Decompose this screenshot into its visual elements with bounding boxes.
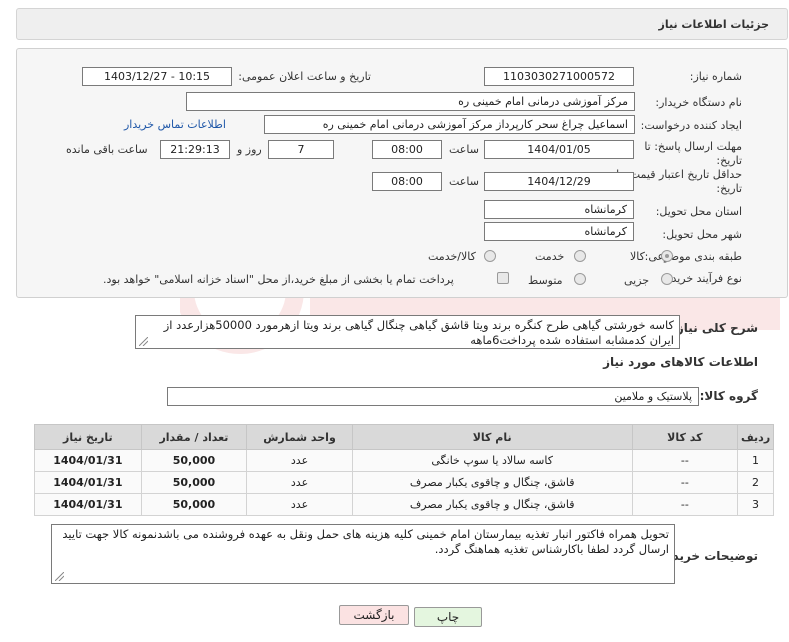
announce-datetime-label: تاریخ و ساعت اعلان عمومی: [238,70,371,83]
goods-unit: عدد [246,471,353,494]
col-unit-header: واحد شمارش [246,424,353,450]
category-goods-service-label: کالا/خدمت [428,250,476,263]
need-number-field: 1103030271000572 [484,67,634,86]
price-validity-time-field: 08:00 [372,172,442,191]
city-field: کرمانشاه [484,222,634,241]
resize-handle-icon[interactable] [55,572,64,581]
goods-qty: 50,000 [140,471,248,494]
price-validity-label-date: تاریخ: [716,182,742,195]
need-description-field: کاسه خورشتی گیاهی طرح کنگره برند ویتا قا… [135,315,680,349]
goods-code: -- [631,471,739,494]
goods-qty: 50,000 [140,449,248,472]
page-header: جزئیات اطلاعات نیاز [16,8,788,40]
back-button[interactable]: بازگشت [339,605,409,625]
deadline-time-label: ساعت [449,143,479,156]
goods-date: 1404/01/31 [34,449,142,472]
remaining-time-label: ساعت باقی مانده [66,143,148,156]
category-goods-label: کالا [630,250,645,263]
goods-qty: 50,000 [140,493,248,516]
need-description-label: شرح کلی نیاز: [672,321,758,335]
deadline-date-field: 1404/01/05 [484,140,634,159]
buyer-notes-field: تحویل همراه فاکتور انبار تغذیه بیمارستان… [51,524,675,584]
buyer-org-label: نام دستگاه خریدار: [655,96,742,109]
process-minor-label: جزیی [624,274,650,287]
goods-table-header: ردیف کد کالا نام کالا واحد شمارش تعداد /… [34,424,774,450]
process-medium-label: متوسط [528,274,563,287]
category-label: طبقه بندی موضوعی: [644,250,742,263]
row-number: 3 [737,493,774,516]
goods-date: 1404/01/31 [34,471,142,494]
buyer-contact-link[interactable]: اطلاعات تماس خریدار [124,118,226,131]
table-row: 1 -- کاسه سالاد یا سوپ خانگی عدد 50,000 … [34,449,774,472]
page-title: جزئیات اطلاعات نیاز [658,18,770,31]
process-minor-radio[interactable] [661,273,673,285]
resize-handle-icon[interactable] [139,337,148,346]
treasury-payment-note: پرداخت تمام یا بخشی از مبلغ خرید،از محل … [103,273,454,286]
need-number-label: شماره نیاز: [689,70,742,83]
goods-code: -- [631,449,739,472]
row-number: 2 [737,471,774,494]
goods-unit: عدد [246,449,353,472]
category-service-label: خدمت [535,250,565,263]
buyer-org-field: مرکز آموزشی درمانی امام خمینی ره [186,92,635,111]
remaining-time-field: 21:29:13 [160,140,230,159]
col-date-header: تاریخ نیاز [34,424,142,450]
validity-time-label: ساعت [449,175,479,188]
province-label: استان محل تحویل: [655,205,742,218]
category-service-radio[interactable] [574,250,586,262]
col-row-header: ردیف [737,424,774,450]
goods-date: 1404/01/31 [34,493,142,516]
city-label: شهر محل تحویل: [662,228,742,241]
goods-name: کاسه سالاد یا سوپ خانگی [351,449,633,472]
goods-table: ردیف کد کالا نام کالا واحد شمارش تعداد /… [34,424,774,516]
deadline-label: مهلت ارسال پاسخ: تا [644,140,742,153]
process-medium-radio[interactable] [574,273,586,285]
goods-section-title: اطلاعات کالاهای مورد نیاز [603,355,758,369]
process-type-label: نوع فرآیند خرید : [664,272,742,285]
col-qty-header: تعداد / مقدار [140,424,248,450]
col-code-header: کد کالا [631,424,739,450]
goods-name: قاشق، چنگال و چاقوی یکبار مصرف [351,471,633,494]
table-row: 3 -- قاشق، چنگال و چاقوی یکبار مصرف عدد … [34,493,774,516]
requester-label: ایجاد کننده درخواست: [640,119,742,132]
row-number: 1 [737,449,774,472]
goods-name: قاشق، چنگال و چاقوی یکبار مصرف [351,493,633,516]
print-button[interactable]: چاپ [414,607,482,627]
price-validity-label: حداقل تاریخ اعتبار قیمت: تا [616,168,742,181]
buyer-notes-text: تحویل همراه فاکتور انبار تغذیه بیمارستان… [62,527,669,556]
announce-datetime-field: 1403/12/27 - 10:15 [82,67,232,86]
category-goods-radio[interactable] [661,250,673,262]
col-name-header: نام کالا [351,424,633,450]
table-row: 2 -- قاشق، چنگال و چاقوی یکبار مصرف عدد … [34,471,774,494]
deadline-time-field: 08:00 [372,140,442,159]
treasury-payment-checkbox[interactable] [497,272,509,284]
goods-code: -- [631,493,739,516]
province-field: کرمانشاه [484,200,634,219]
deadline-label-date: تاریخ: [716,154,742,167]
goods-group-label: گروه کالا: [699,389,758,403]
need-description-text: کاسه خورشتی گیاهی طرح کنگره برند ویتا قا… [163,318,674,347]
price-validity-date-field: 1404/12/29 [484,172,634,191]
days-label: روز و [237,143,262,156]
goods-group-field: پلاستیک و ملامین [167,387,699,406]
category-goods-service-radio[interactable] [484,250,496,262]
goods-unit: عدد [246,493,353,516]
days-remaining-field: 7 [268,140,334,159]
requester-field: اسماعیل چراغ سحر کارپرداز مرکز آموزشی در… [264,115,635,134]
